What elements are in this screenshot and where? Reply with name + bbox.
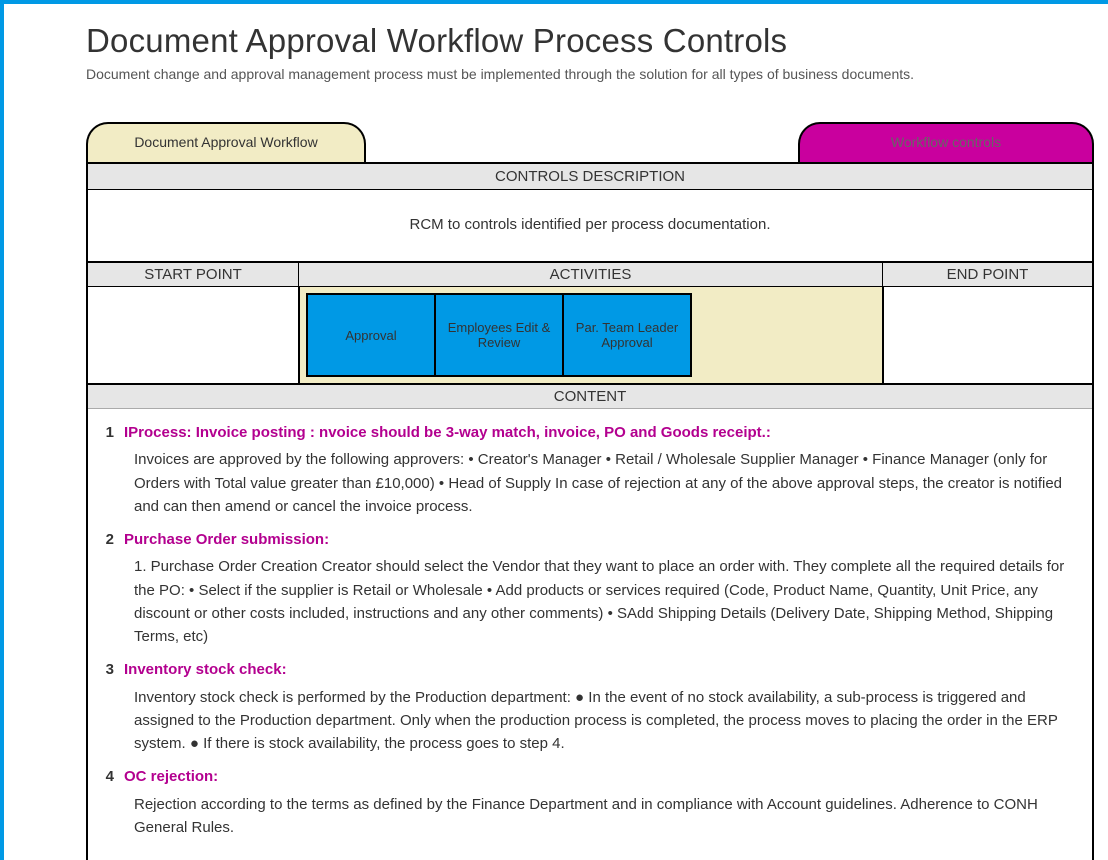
start-point-cell [88, 287, 298, 383]
content-item-number: 2 [94, 528, 124, 551]
start-point-header: START POINT [88, 263, 298, 286]
tabs-row: Document Approval Workflow Workflow cont… [86, 122, 1094, 162]
activity-approval[interactable]: Approval [306, 293, 436, 377]
activities-header: ACTIVITIES [298, 263, 882, 286]
content-item-body: Rejection according to the terms as defi… [134, 793, 1086, 840]
content-item-number: 4 [94, 765, 124, 788]
content-item-heading: Inventory stock check: [124, 658, 1086, 681]
content-item-heading: IProcess: Invoice posting : nvoice shoul… [124, 421, 1086, 444]
content-item-number: 1 [94, 421, 124, 444]
end-point-cell [882, 287, 1092, 383]
activities-cell: Approval Employees Edit & Review Par. Te… [298, 287, 882, 383]
controls-description-header: CONTROLS DESCRIPTION [88, 164, 1092, 190]
content-item-body: Inventory stock check is performed by th… [134, 686, 1086, 756]
content-item: 2 Purchase Order submission: [94, 528, 1086, 551]
tab-workflow-controls[interactable]: Workflow controls [798, 122, 1094, 162]
controls-description-text: RCM to controls identified per process d… [88, 190, 1092, 261]
content-item: 3 Inventory stock check: [94, 658, 1086, 681]
content-item-body: 1. Purchase Order Creation Creator shoul… [134, 555, 1086, 648]
content-item-body: Invoices are approved by the following a… [134, 448, 1086, 518]
process-columns-body: Approval Employees Edit & Review Par. Te… [88, 287, 1092, 383]
content-item: 1 IProcess: Invoice posting : nvoice sho… [94, 421, 1086, 444]
end-point-header: END POINT [882, 263, 1092, 286]
content-item-heading: Purchase Order submission: [124, 528, 1086, 551]
activity-team-leader-approval[interactable]: Par. Team Leader Approval [562, 293, 692, 377]
content-header: CONTENT [88, 383, 1092, 409]
content-item-number: 3 [94, 658, 124, 681]
content-item-heading: OC rejection: [124, 765, 1086, 788]
main-panel: CONTROLS DESCRIPTION RCM to controls ide… [86, 162, 1094, 860]
tab-document-approval-workflow[interactable]: Document Approval Workflow [86, 122, 366, 162]
page-title: Document Approval Workflow Process Contr… [86, 22, 1108, 60]
page-subtitle: Document change and approval management … [86, 66, 1108, 82]
content-body: 1 IProcess: Invoice posting : nvoice sho… [88, 409, 1092, 860]
activity-employees-edit-review[interactable]: Employees Edit & Review [434, 293, 564, 377]
content-item: 4 OC rejection: [94, 765, 1086, 788]
process-columns-header: START POINT ACTIVITIES END POINT [88, 261, 1092, 287]
